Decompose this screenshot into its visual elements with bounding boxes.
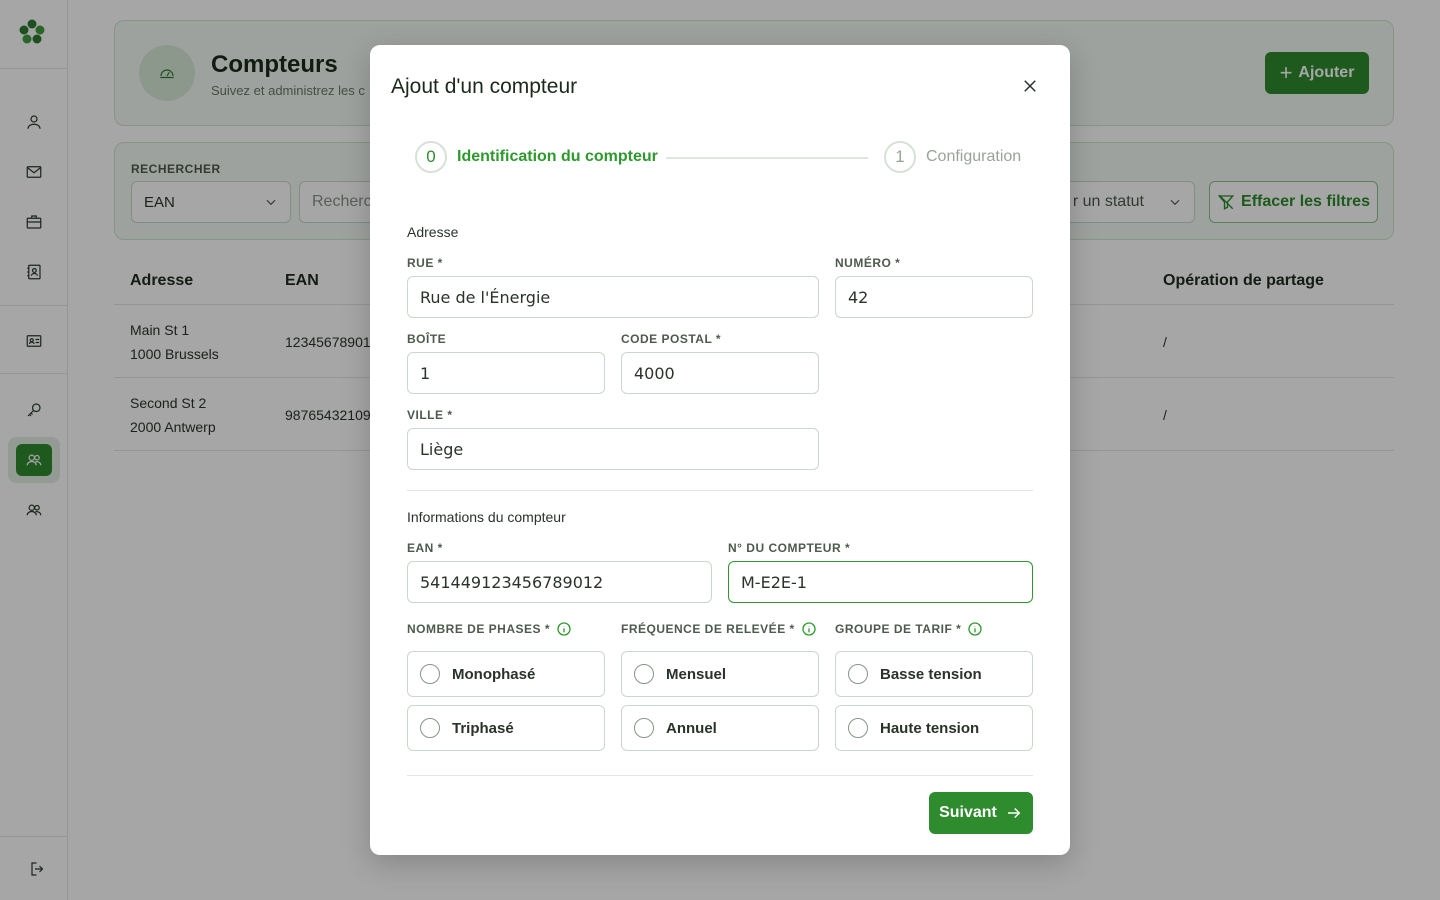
phases-label-text: NOMBRE DE PHASES * <box>407 622 551 636</box>
info-icon[interactable] <box>801 621 817 637</box>
section-divider <box>407 490 1033 491</box>
rue-input[interactable]: Rue de l'Énergie <box>407 276 819 318</box>
dialog-title: Ajout d'un compteur <box>391 75 578 98</box>
frequence-label-text: FRÉQUENCE DE RELEVÉE * <box>621 622 795 636</box>
radio-circle <box>634 664 654 684</box>
ville-input[interactable]: Liège <box>407 428 819 470</box>
step-number: 0 <box>415 141 447 173</box>
radio-label: Monophasé <box>452 665 536 683</box>
radio-label: Haute tension <box>880 719 980 737</box>
next-button[interactable]: Suivant <box>929 792 1033 834</box>
next-button-label: Suivant <box>939 804 997 821</box>
radio-circle <box>634 718 654 738</box>
info-icon[interactable] <box>556 621 572 637</box>
radio-circle <box>420 664 440 684</box>
radio-label: Mensuel <box>666 665 727 683</box>
footer-divider <box>407 775 1033 776</box>
step-number: 1 <box>884 141 916 173</box>
radio-circle <box>420 718 440 738</box>
tarif-label-text: GROUPE DE TARIF * <box>835 622 962 636</box>
radio-label: Basse tension <box>880 665 982 683</box>
ville-label: VILLE * <box>407 408 453 422</box>
radio-label: Triphasé <box>452 719 514 737</box>
tarif-label: GROUPE DE TARIF * <box>835 621 983 637</box>
radio-circle <box>848 664 868 684</box>
radio-mensuel[interactable]: Mensuel <box>621 651 819 697</box>
address-section-title: Adresse <box>407 224 459 240</box>
step-configuration[interactable]: 1 Configuration <box>884 141 1021 173</box>
stepper-connector <box>666 157 868 159</box>
numero-compteur-label: N° DU COMPTEUR * <box>728 541 851 555</box>
add-meter-dialog: Ajout d'un compteur 0 Identification du … <box>370 45 1070 855</box>
numero-compteur-input[interactable]: M-E2E-1 <box>728 561 1033 603</box>
arrow-right-icon <box>1007 807 1021 819</box>
phases-label: NOMBRE DE PHASES * <box>407 621 572 637</box>
radio-haute-tension[interactable]: Haute tension <box>835 705 1033 751</box>
close-button[interactable] <box>1018 74 1042 98</box>
ean-input[interactable]: 541449123456789012 <box>407 561 712 603</box>
numero-label: NUMÉRO * <box>835 256 901 270</box>
step-label: Identification du compteur <box>457 148 658 165</box>
close-icon <box>1024 80 1036 92</box>
radio-monophase[interactable]: Monophasé <box>407 651 605 697</box>
rue-label: RUE * <box>407 256 443 270</box>
radio-basse-tension[interactable]: Basse tension <box>835 651 1033 697</box>
radio-label: Annuel <box>666 719 717 737</box>
code-postal-input[interactable]: 4000 <box>621 352 819 394</box>
radio-annuel[interactable]: Annuel <box>621 705 819 751</box>
numero-input[interactable]: 42 <box>835 276 1033 318</box>
boite-label: BOÎTE <box>407 332 447 346</box>
code-postal-label: CODE POSTAL * <box>621 332 722 346</box>
boite-input[interactable]: 1 <box>407 352 605 394</box>
radio-triphase[interactable]: Triphasé <box>407 705 605 751</box>
ean-label: EAN * <box>407 541 443 555</box>
frequence-label: FRÉQUENCE DE RELEVÉE * <box>621 621 817 637</box>
radio-circle <box>848 718 868 738</box>
step-identification[interactable]: 0 Identification du compteur <box>415 141 658 173</box>
info-icon[interactable] <box>967 621 983 637</box>
meter-section-title: Informations du compteur <box>407 509 566 525</box>
step-label: Configuration <box>926 148 1022 165</box>
